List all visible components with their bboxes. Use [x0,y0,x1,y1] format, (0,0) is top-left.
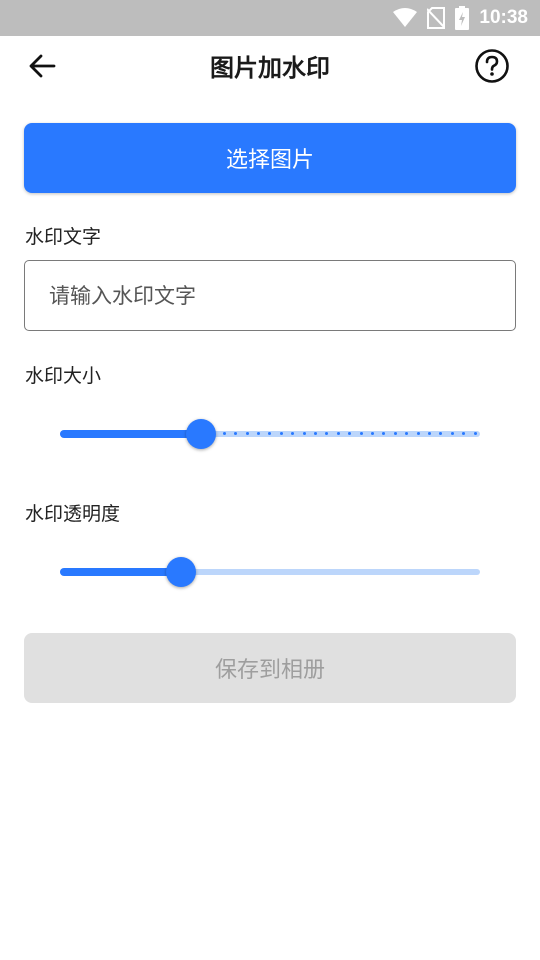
help-circle-icon [474,48,510,88]
slider-track-active [60,430,201,438]
slider-tick [473,432,477,435]
status-time: 10:38 [479,7,528,28]
slider-tick [222,432,226,435]
no-sim-icon [427,7,446,29]
slider-tick [416,432,420,435]
save-to-album-button[interactable]: 保存到相册 [24,633,516,703]
wifi-icon [393,8,418,28]
slider-tick [256,432,260,435]
battery-charging-icon [455,6,470,30]
slider-tick [291,432,295,435]
watermark-text-label: 水印文字 [25,226,102,248]
watermark-text-field[interactable] [24,260,516,331]
app-bar: 图片加水印 [0,36,540,100]
slider-tick [382,432,386,435]
slider-tick [336,432,340,435]
slider-tick [325,432,329,435]
slider-tick [427,432,431,435]
slider-thumb[interactable] [185,419,216,449]
slider-tick [302,432,306,435]
slider-tick [439,432,443,435]
slider-tick [370,432,374,435]
slider-tick [405,432,409,435]
watermark-opacity-slider[interactable] [60,552,480,592]
slider-tick [462,432,466,435]
watermark-opacity-label: 水印透明度 [25,503,121,525]
slider-thumb[interactable] [165,557,196,587]
watermark-text-input[interactable] [49,283,515,308]
watermark-size-label: 水印大小 [25,365,102,387]
slider-tick [268,432,272,435]
slider-tick [234,432,238,435]
help-button[interactable] [472,48,512,88]
watermark-size-slider[interactable] [60,414,480,454]
slider-tick [245,432,249,435]
slider-tick [359,432,363,435]
page-title: 图片加水印 [210,54,330,82]
slider-track-active [60,568,181,576]
slider-tick [279,432,283,435]
select-image-button[interactable]: 选择图片 [24,123,516,193]
slider-tick [450,432,454,435]
status-bar: 10:38 [0,0,540,36]
slider-tick [348,432,352,435]
slider-tick [313,432,317,435]
slider-tick [393,432,397,435]
